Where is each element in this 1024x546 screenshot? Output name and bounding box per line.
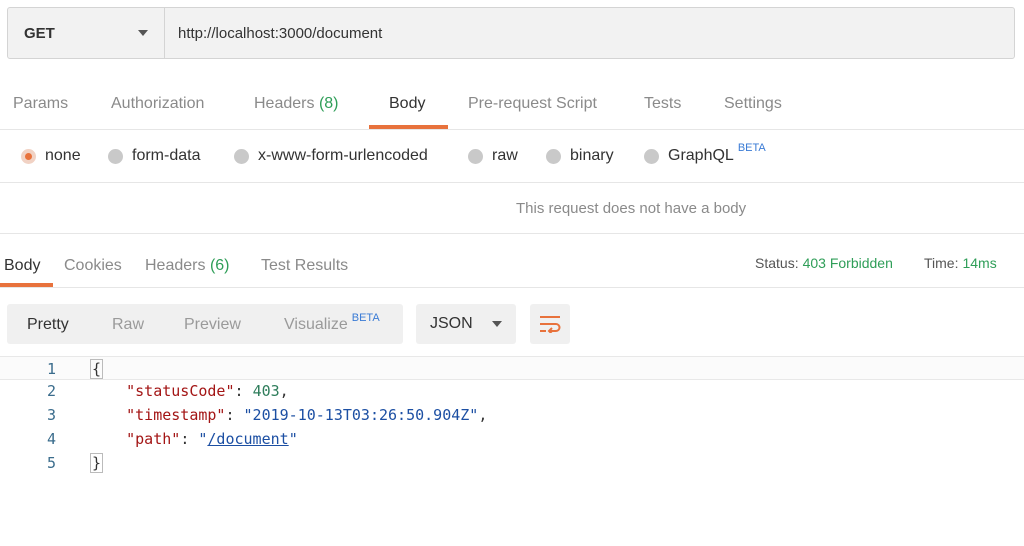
json-key: "path" <box>126 430 181 448</box>
open-brace: { <box>90 359 104 379</box>
active-response-tab-indicator <box>0 283 53 287</box>
radio-icon <box>546 148 561 164</box>
tab-prerequest-script[interactable]: Pre-request Script <box>468 95 597 113</box>
json-number: 403 <box>252 382 280 400</box>
radio-icon <box>234 148 249 164</box>
code-text: { <box>90 359 104 379</box>
response-tab-headers[interactable]: Headers (6) <box>145 257 230 275</box>
code-text: } <box>90 453 104 473</box>
tab-params[interactable]: Params <box>13 95 68 113</box>
wrap-lines-button[interactable] <box>530 304 570 344</box>
radio-raw[interactable]: raw <box>468 147 518 165</box>
response-tabs: Body Cookies Headers (6) Test Results St… <box>0 240 1024 288</box>
view-visualize-button[interactable]: Visualize BETA <box>284 312 380 334</box>
json-comma: , <box>478 406 488 424</box>
view-preview-button[interactable]: Preview <box>184 316 241 334</box>
active-tab-indicator <box>369 125 448 129</box>
response-tab-headers-count: (6) <box>209 257 230 274</box>
json-string: "2019-10-13T03:26:50.904Z" <box>243 406 479 424</box>
json-key: "statusCode" <box>126 382 235 400</box>
close-brace: } <box>90 453 104 473</box>
radio-urlencoded-label: x-www-form-urlencoded <box>258 147 428 164</box>
radio-icon <box>644 148 659 164</box>
line-number: 1 <box>46 360 56 378</box>
radio-none[interactable]: none <box>21 147 81 165</box>
radio-none-label: none <box>45 147 81 164</box>
json-separator: : <box>234 382 253 400</box>
json-comma: , <box>279 382 289 400</box>
status-value: 403 Forbidden <box>802 255 893 271</box>
response-tab-headers-label: Headers <box>145 257 206 274</box>
wrap-lines-icon <box>540 316 561 333</box>
tab-headers[interactable]: Headers (8) <box>254 95 339 113</box>
format-label: JSON <box>430 315 473 332</box>
body-type-options: none form-data x-www-form-urlencoded raw… <box>0 131 1024 183</box>
radio-form-data[interactable]: form-data <box>108 147 200 165</box>
code-line: 4 "path": "/document" <box>0 430 1024 454</box>
response-tab-test-results[interactable]: Test Results <box>261 257 348 275</box>
tab-headers-label: Headers <box>254 95 315 112</box>
line-number: 3 <box>46 406 56 424</box>
json-key: "timestamp" <box>126 406 226 424</box>
code-line: 1 { <box>0 356 1024 380</box>
request-tabs: Params Authorization Headers (8) Body Pr… <box>0 82 1024 130</box>
tab-authorization[interactable]: Authorization <box>111 95 204 113</box>
url-input[interactable]: http://localhost:3000/document <box>165 8 1014 58</box>
radio-form-data-label: form-data <box>132 147 201 164</box>
radio-graphql[interactable]: GraphQL BETA <box>644 142 766 165</box>
response-tab-cookies[interactable]: Cookies <box>64 257 122 275</box>
time-label: Time: <box>924 255 959 271</box>
format-select[interactable]: JSON <box>416 304 516 344</box>
caret-down-icon <box>492 321 502 327</box>
response-tab-body[interactable]: Body <box>4 257 40 275</box>
url-text: http://localhost:3000/document <box>178 24 383 42</box>
visualize-label: Visualize <box>284 316 348 333</box>
no-body-panel: This request does not have a body <box>0 184 1024 234</box>
line-number: 2 <box>46 382 56 400</box>
view-pretty-button[interactable]: Pretty <box>27 316 69 334</box>
response-time: Time: 14ms <box>924 255 997 271</box>
tab-body[interactable]: Body <box>389 95 425 113</box>
code-line: 2 "statusCode": 403, <box>0 382 1024 406</box>
response-body-viewer[interactable]: 1 { 2 "statusCode": 403, 3 "timestamp": … <box>0 356 1024 486</box>
code-text: "path": "/document" <box>90 430 298 448</box>
code-text: "statusCode": 403, <box>90 382 289 400</box>
line-number: 4 <box>46 430 56 448</box>
json-link[interactable]: /document <box>207 430 288 448</box>
response-status: Status: 403 Forbidden <box>755 255 893 271</box>
view-mode-group: Pretty Raw Preview Visualize BETA <box>7 304 403 344</box>
radio-icon <box>108 148 123 164</box>
radio-urlencoded[interactable]: x-www-form-urlencoded <box>234 147 428 165</box>
radio-graphql-label: GraphQL <box>668 147 734 164</box>
beta-badge: BETA <box>351 312 380 324</box>
radio-selected-icon <box>21 148 36 164</box>
request-bar: GET http://localhost:3000/document <box>7 7 1015 59</box>
method-select[interactable]: GET <box>8 8 165 58</box>
radio-raw-label: raw <box>492 147 518 164</box>
status-label: Status: <box>755 255 799 271</box>
radio-binary[interactable]: binary <box>546 147 614 165</box>
line-number: 5 <box>46 454 56 472</box>
json-quote: " <box>288 430 298 448</box>
json-separator: : <box>225 406 244 424</box>
code-line: 3 "timestamp": "2019-10-13T03:26:50.904Z… <box>0 406 1024 430</box>
tab-settings[interactable]: Settings <box>724 95 782 113</box>
view-raw-button[interactable]: Raw <box>112 316 144 334</box>
radio-binary-label: binary <box>570 147 614 164</box>
code-line: 5 } <box>0 453 1024 478</box>
code-text: "timestamp": "2019-10-13T03:26:50.904Z", <box>90 406 487 424</box>
json-separator: : <box>180 430 199 448</box>
beta-badge: BETA <box>737 142 766 154</box>
caret-down-icon <box>138 30 148 36</box>
no-body-message: This request does not have a body <box>516 200 747 217</box>
time-value: 14ms <box>962 255 997 271</box>
tab-tests[interactable]: Tests <box>644 95 681 113</box>
tab-headers-count: (8) <box>318 95 339 112</box>
method-label: GET <box>24 24 55 42</box>
radio-icon <box>468 148 483 164</box>
